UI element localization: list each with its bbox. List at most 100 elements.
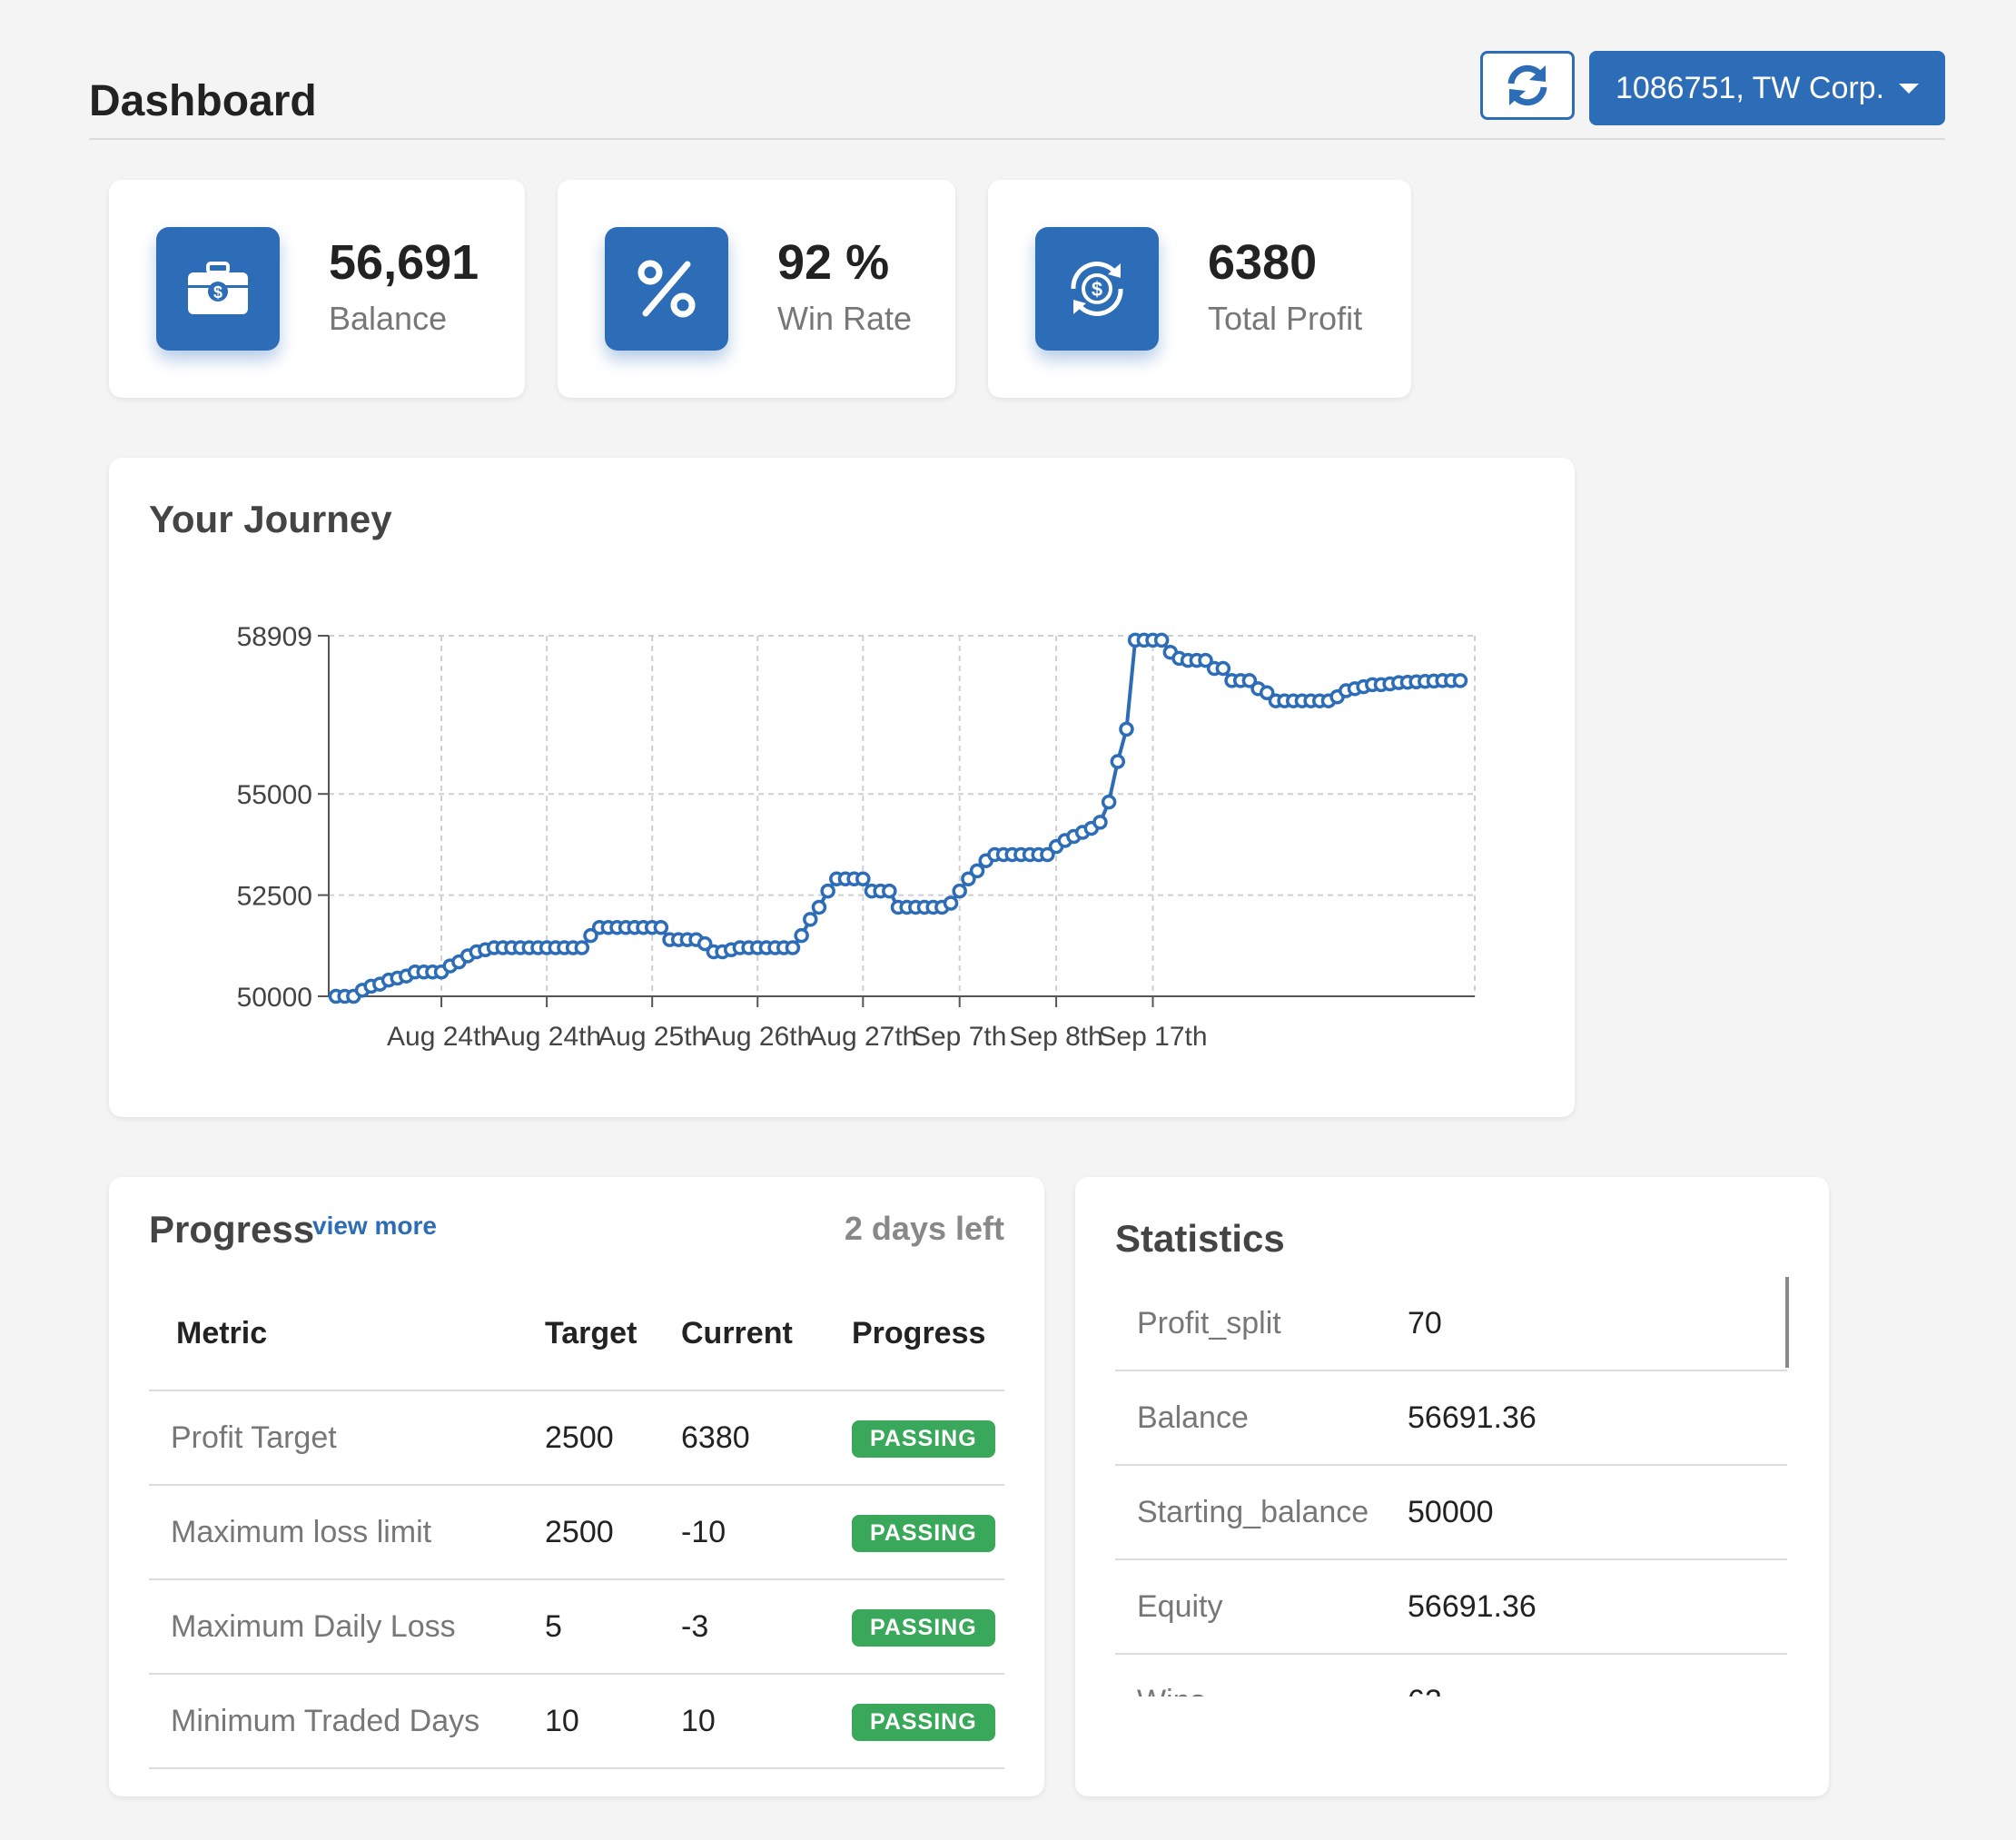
- stat-key: Equity: [1115, 1559, 1408, 1655]
- current-cell: 6380: [659, 1390, 830, 1486]
- stat-value: 56691.36: [1408, 1559, 1787, 1655]
- progress-title: Progress: [149, 1208, 315, 1251]
- svg-text:$: $: [1092, 278, 1102, 301]
- data-point: [1153, 632, 1170, 648]
- y-tick-label: 52500: [237, 882, 312, 912]
- column-header-target: Target: [523, 1277, 659, 1391]
- statistics-scroll-area[interactable]: Profit_split 70 Balance 56691.36 Startin…: [1115, 1277, 1787, 1697]
- scrollbar[interactable]: [1785, 1277, 1789, 1368]
- target-cell: 10: [523, 1674, 659, 1769]
- table-row: Maximum loss limit 2500 -10 PASSING: [149, 1485, 1004, 1580]
- stat-key: Balance: [1115, 1370, 1408, 1466]
- stat-value: 70: [1408, 1277, 1787, 1371]
- data-point: [1215, 660, 1231, 677]
- column-header-current: Current: [659, 1277, 830, 1391]
- balance-label: Balance: [329, 300, 448, 337]
- percent-icon: [605, 227, 728, 351]
- status-cell: PASSING: [830, 1674, 1004, 1769]
- statistics-table: Profit_split 70 Balance 56691.36 Startin…: [1115, 1277, 1787, 1697]
- svg-text:$: $: [213, 283, 222, 302]
- metric-cell: Maximum Daily Loss: [149, 1579, 523, 1675]
- x-tick-label: Aug 24th: [492, 1022, 601, 1052]
- statistics-card: Statistics Profit_split 70 Balance 56691…: [1075, 1177, 1829, 1796]
- status-badge: PASSING: [852, 1420, 995, 1458]
- table-row: Minimum Traded Days 10 10 PASSING: [149, 1674, 1004, 1769]
- data-point: [882, 883, 897, 899]
- current-cell: 10: [659, 1674, 830, 1769]
- view-more-link[interactable]: view more: [312, 1212, 437, 1241]
- y-tick-label: 58909: [237, 622, 312, 652]
- table-row: Profit Target 2500 6380 PASSING: [149, 1390, 1004, 1486]
- win-rate-value: 92 %: [777, 235, 890, 290]
- metric-cell: Minimum Traded Days: [149, 1674, 523, 1769]
- table-row: Starting_balance 50000: [1115, 1465, 1787, 1560]
- table-row: Profit_split 70: [1115, 1277, 1787, 1371]
- current-cell: -10: [659, 1485, 830, 1580]
- status-cell: PASSING: [830, 1579, 1004, 1675]
- stat-value: 62: [1408, 1654, 1787, 1697]
- table-row: Balance 56691.36: [1115, 1370, 1787, 1466]
- data-point: [1092, 815, 1108, 830]
- total-profit-label: Total Profit: [1208, 300, 1363, 337]
- account-label: 1086751, TW Corp.: [1615, 70, 1885, 105]
- x-tick-label: Sep 7th: [913, 1022, 1006, 1052]
- page-header: Dashboard 1086751, TW Corp.: [89, 51, 1945, 140]
- x-tick-label: Aug 27th: [808, 1022, 917, 1052]
- dollar-cycle-icon: $: [1035, 227, 1159, 351]
- target-cell: 2500: [523, 1485, 659, 1580]
- refresh-button[interactable]: [1480, 51, 1575, 120]
- progress-table: Metric Target Current Progress Profit Ta…: [149, 1277, 1004, 1769]
- status-cell: PASSING: [830, 1485, 1004, 1580]
- metric-cell: Maximum loss limit: [149, 1485, 523, 1580]
- briefcase-dollar-icon: $: [156, 227, 280, 351]
- refresh-icon: [1507, 64, 1547, 106]
- stat-value: 56691.36: [1408, 1370, 1787, 1466]
- data-point: [785, 940, 801, 955]
- data-point: [574, 940, 590, 955]
- table-row: Wins 62: [1115, 1654, 1787, 1697]
- column-header-progress: Progress: [830, 1277, 1004, 1391]
- stat-key: Profit_split: [1115, 1277, 1408, 1371]
- table-row: Maximum Daily Loss 5 -3 PASSING: [149, 1579, 1004, 1675]
- data-point: [803, 912, 818, 927]
- total-profit-card: $ 6380 Total Profit: [988, 180, 1411, 398]
- stat-value: 50000: [1408, 1465, 1787, 1560]
- balance-card: $ 56,691 Balance: [109, 180, 525, 398]
- data-point: [820, 883, 835, 899]
- data-point: [794, 927, 809, 944]
- y-tick-label: 55000: [237, 780, 312, 810]
- x-tick-label: Aug 26th: [703, 1022, 812, 1052]
- statistics-title: Statistics: [1115, 1217, 1285, 1260]
- current-cell: -3: [659, 1579, 830, 1675]
- status-badge: PASSING: [852, 1703, 995, 1741]
- data-point: [952, 883, 967, 899]
- account-dropdown[interactable]: 1086751, TW Corp.: [1589, 51, 1945, 125]
- data-point: [1101, 794, 1117, 810]
- x-tick-label: Aug 25th: [598, 1022, 707, 1052]
- progress-header-row: Metric Target Current Progress: [149, 1277, 1004, 1391]
- balance-value: 56,691: [329, 235, 479, 290]
- data-point: [855, 871, 871, 887]
- x-tick-label: Sep 17th: [1098, 1022, 1207, 1052]
- page-title: Dashboard: [89, 77, 317, 125]
- journey-chart: 50000525005500058909Aug 24thAug 24thAug …: [237, 622, 1476, 1052]
- column-header-metric: Metric: [149, 1277, 523, 1391]
- stat-key: Wins: [1115, 1654, 1408, 1697]
- win-rate-card: 92 % Win Rate: [558, 180, 955, 398]
- status-cell: PASSING: [830, 1390, 1004, 1486]
- total-profit-value: 6380: [1208, 235, 1318, 290]
- x-tick-label: Aug 24th: [387, 1022, 496, 1052]
- data-point: [1119, 721, 1134, 737]
- data-point: [653, 919, 669, 935]
- metric-cell: Profit Target: [149, 1390, 523, 1486]
- data-point: [943, 895, 959, 911]
- win-rate-label: Win Rate: [777, 300, 913, 337]
- table-row: Equity 56691.36: [1115, 1559, 1787, 1655]
- journey-card: Your Journey 50000 52500 55000 58909 Aug 24t…: [109, 458, 1575, 1117]
- status-badge: PASSING: [852, 1608, 995, 1647]
- progress-card: Progress view more 2 days left Metric Ta…: [109, 1177, 1044, 1796]
- data-point: [1452, 673, 1468, 688]
- data-point: [969, 863, 985, 879]
- x-tick-label: Sep 8th: [1009, 1022, 1102, 1052]
- data-point: [811, 899, 827, 915]
